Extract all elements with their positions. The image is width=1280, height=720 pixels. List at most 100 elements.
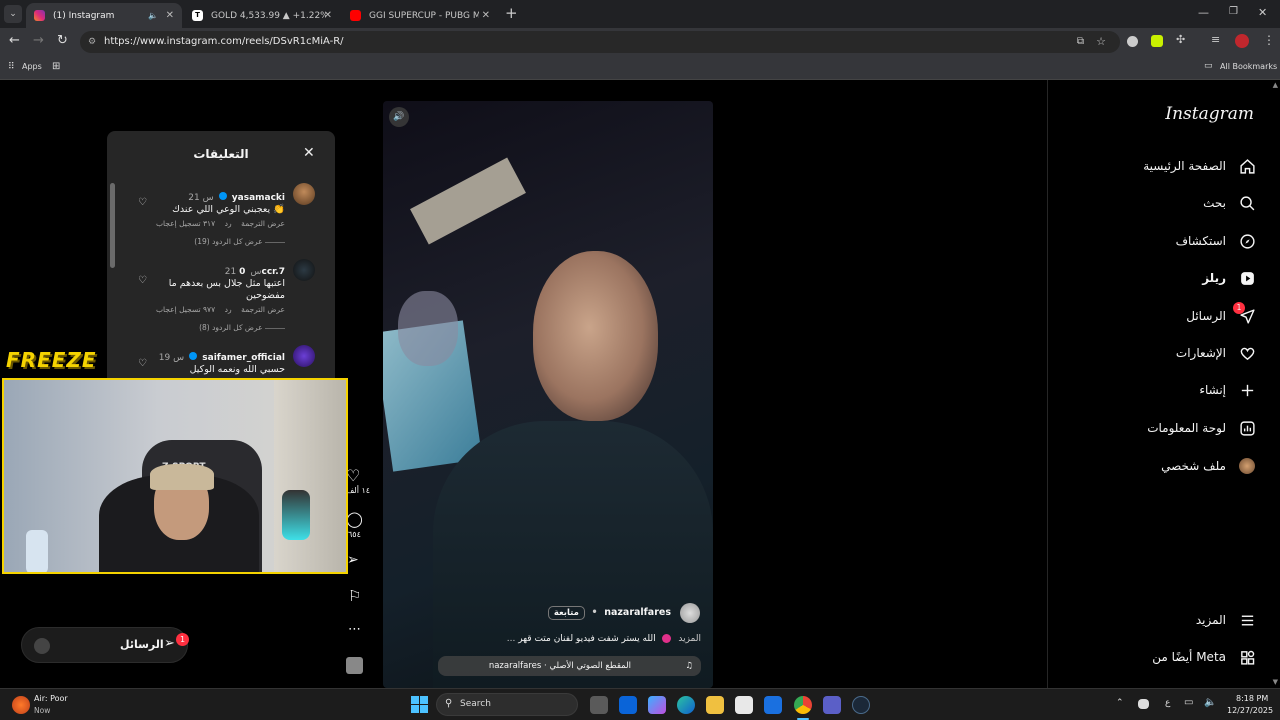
tab-search-button[interactable]: ⌄ xyxy=(4,5,22,23)
weather-icon[interactable] xyxy=(12,696,30,714)
install-app-icon[interactable]: ⧉ xyxy=(1077,31,1084,53)
reply-link[interactable]: رد xyxy=(225,305,232,314)
teams-icon[interactable] xyxy=(823,696,841,714)
close-tab-icon[interactable]: ✕ xyxy=(482,10,490,21)
url-text: https://www.instagram.com/reels/DSvR1cMi… xyxy=(104,36,344,47)
profile-avatar-icon[interactable] xyxy=(1235,34,1249,48)
steam-icon[interactable] xyxy=(852,696,870,714)
messages-badge: 1 xyxy=(1233,302,1245,314)
browser-menu-icon[interactable]: ⋮ xyxy=(1263,33,1275,47)
file-explorer-icon[interactable] xyxy=(706,696,724,714)
mute-tab-icon[interactable]: 🔈 xyxy=(148,11,158,20)
nav-create[interactable]: إنشاء xyxy=(1199,381,1256,399)
likes-count[interactable]: ٣١٧ تسجيل إعجاب xyxy=(156,219,215,228)
language-indicator[interactable]: ع xyxy=(1165,698,1170,708)
commenter-avatar[interactable] xyxy=(293,183,315,205)
copilot-icon[interactable] xyxy=(648,696,666,714)
media-control-icon[interactable]: ≡ xyxy=(1211,33,1220,46)
store-icon[interactable] xyxy=(735,696,753,714)
outlook-icon[interactable] xyxy=(619,696,637,714)
nav-search[interactable]: بحث xyxy=(1203,194,1256,212)
site-info-icon[interactable]: ⚙ xyxy=(88,31,96,53)
comment-username[interactable]: yasamacki xyxy=(232,193,285,203)
likes-count-label: ١٤ ألف xyxy=(346,486,371,495)
like-reel-icon[interactable]: ♡ xyxy=(346,466,360,485)
nav-label: استكشاف xyxy=(1175,234,1226,248)
view-replies-link[interactable]: عرض كل الردود (19) xyxy=(107,237,285,246)
tab-youtube[interactable]: GGI SUPERCUP - PUBG Mobile ✕ xyxy=(342,3,498,28)
reload-icon[interactable]: ↻ xyxy=(57,33,68,48)
close-tab-icon[interactable]: ✕ xyxy=(324,10,332,21)
apps-bookmark[interactable]: Apps xyxy=(22,62,42,71)
tray-chevron-icon[interactable]: ⌃ xyxy=(1116,698,1124,708)
close-window-icon[interactable]: ✕ xyxy=(1258,6,1267,19)
discord-tray-icon[interactable] xyxy=(1138,699,1149,709)
extensions-puzzle-icon[interactable]: ✣ xyxy=(1176,33,1185,46)
translate-link[interactable]: عرض الترجمة xyxy=(241,305,285,314)
tab-groups-icon[interactable]: ⊞ xyxy=(52,61,60,72)
page-scroll-down-icon[interactable]: ▼ xyxy=(1273,678,1278,686)
messages-pill[interactable]: الرسائل ➢ 1 xyxy=(21,627,189,663)
bookmarks-bar: ⠿ Apps ⊞ ▭ All Bookmarks xyxy=(0,56,1280,80)
network-icon[interactable]: ▭ xyxy=(1184,697,1193,708)
more-options-icon[interactable]: ⋯ xyxy=(348,622,361,637)
likes-count[interactable]: ٩٧٧ تسجيل إعجاب xyxy=(156,305,215,314)
comment-reel-icon[interactable]: ◯ xyxy=(346,510,363,528)
nav-home[interactable]: الصفحة الرئيسية xyxy=(1143,157,1256,175)
share-reel-icon[interactable]: ➢ xyxy=(347,552,359,568)
comment-username[interactable]: 0ccr.7 xyxy=(239,267,285,277)
follow-button[interactable]: متابعة xyxy=(547,606,585,620)
nav-label: بحث xyxy=(1203,196,1226,210)
reel-username[interactable]: nazaralfares xyxy=(604,607,671,618)
pill-send-icon: ➢ xyxy=(164,636,175,651)
reels-icon xyxy=(1238,269,1256,287)
nav-more[interactable]: المزيد xyxy=(1196,611,1256,629)
minimize-icon[interactable]: — xyxy=(1198,6,1209,19)
chrome-icon[interactable] xyxy=(794,696,812,714)
volume-icon[interactable]: 🔈 xyxy=(1204,697,1216,708)
page-scroll-up-icon[interactable]: ▲ xyxy=(1273,81,1278,89)
commenter-avatar[interactable] xyxy=(293,259,315,281)
view-replies-link[interactable]: عرض كل الردود (8) xyxy=(107,323,285,332)
restore-icon[interactable]: ❐ xyxy=(1229,6,1238,17)
nav-messages[interactable]: الرسائل 1 xyxy=(1186,302,1256,325)
forward-icon[interactable]: → xyxy=(33,33,44,48)
clock-date[interactable]: 12/27/2025 xyxy=(1227,706,1273,715)
save-reel-icon[interactable]: ⚐ xyxy=(348,587,361,605)
extension-icon[interactable] xyxy=(1127,36,1138,47)
task-view-icon[interactable] xyxy=(590,696,608,714)
nav-reels[interactable]: ريلز xyxy=(1202,269,1256,287)
clock-time[interactable]: 8:18 PM xyxy=(1236,694,1268,703)
tab-gold[interactable]: T GOLD 4,533.99 ▲ +1.22% Unn ✕ xyxy=(184,3,340,28)
reel-author-avatar[interactable] xyxy=(680,603,700,623)
back-icon[interactable]: ← xyxy=(9,33,20,48)
windows-start-icon[interactable] xyxy=(411,696,428,713)
comment-username[interactable]: saifamer_official xyxy=(202,353,285,363)
tab-instagram[interactable]: (1) Instagram 🔈 ✕ xyxy=(26,3,182,28)
nav-profile[interactable]: ملف شخصي xyxy=(1161,457,1256,475)
commenter-avatar[interactable] xyxy=(293,345,315,367)
weather-title[interactable]: Air: Poor xyxy=(34,694,68,703)
bookmark-star-icon[interactable]: ☆ xyxy=(1096,31,1106,53)
reply-link[interactable]: رد xyxy=(225,219,232,228)
reel-video[interactable]: 🔊 متابعة • nazaralfares ... المزيد الله … xyxy=(383,101,713,688)
nav-dashboard[interactable]: لوحة المعلومات xyxy=(1147,419,1256,437)
close-comments-icon[interactable]: ✕ xyxy=(303,145,315,161)
translate-link[interactable]: عرض الترجمة xyxy=(241,219,285,228)
reel-audio-pill[interactable]: ♫ nazaralfares · المقطع الصوتي الأصلي xyxy=(438,656,701,676)
address-bar[interactable]: ⚙ https://www.instagram.com/reels/DSvR1c… xyxy=(80,31,1120,53)
mute-toggle-icon[interactable]: 🔊 xyxy=(389,107,409,127)
defender-icon[interactable] xyxy=(764,696,782,714)
nav-meta[interactable]: أيضًا من Meta xyxy=(1152,648,1256,666)
all-bookmarks[interactable]: All Bookmarks xyxy=(1220,62,1277,71)
close-tab-icon[interactable]: ✕ xyxy=(166,10,174,21)
new-tab-button[interactable]: + xyxy=(505,4,518,22)
comment-item: 21 س 0ccr.7 اعتبها مثل جلال بس بعدهم ما … xyxy=(107,259,285,332)
extension-icon[interactable] xyxy=(1151,35,1163,47)
instagram-logo[interactable]: Instagram xyxy=(1165,104,1254,124)
nav-notifications[interactable]: الإشعارات xyxy=(1176,344,1256,362)
audio-thumbnail[interactable] xyxy=(346,657,363,674)
taskbar-search-box[interactable]: ⚲ Search xyxy=(436,693,578,716)
edge-icon[interactable] xyxy=(677,696,695,714)
nav-explore[interactable]: استكشاف xyxy=(1176,232,1256,250)
